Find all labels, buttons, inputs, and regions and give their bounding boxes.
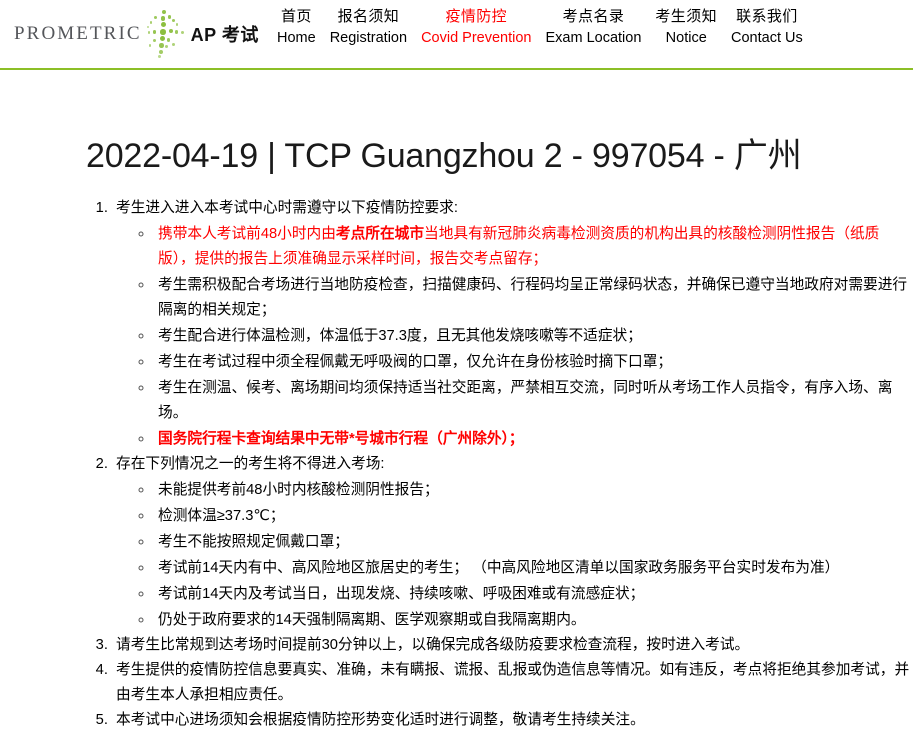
covid-prevention-content: 考生进入进入本考试中心时需遵守以下疫情防控要求: 携带本人考试前48小时内由考点所… [0,196,913,733]
site-header: PROMETRIC AP 考试 首页 Home 报名须知 Registration 疫情… [0,0,913,70]
requirement-subitem: 未能提供考前48小时内核酸检测阴性报告； [154,477,913,503]
requirement-subitem: 考试前14天内及考试当日，出现发烧、持续咳嗽、呼吸困难或有流感症状； [154,581,913,607]
text-run: 考生配合进行体温检测，体温低于37.3度，且无其他发烧咳嗽等不适症状； [158,328,642,344]
requirement-item: 本考试中心进场须知会根据疫情防控形势变化适时进行调整，敬请考生持续关注。 [112,708,913,733]
requirement-item: 考生提供的疫情防控信息要真实、准确，未有瞒报、谎报、乱报或伪造信息等情况。如有违… [112,658,913,708]
nav-label-cn: 报名须知 [337,8,400,25]
nav-label-en: Exam Location [545,30,642,46]
nav-label-cn: 首页 [280,8,312,25]
nav-label-en: Home [277,30,316,46]
page-title: 2022-04-19 | TCP Guangzhou 2 - 997054 - … [86,137,802,175]
requirement-sublist: 未能提供考前48小时内核酸检测阴性报告； 检测体温≥37.3℃； 考生不能按照规定佩… [116,477,913,633]
nav-item-contact-us[interactable]: 联系我们 Contact Us [724,9,810,46]
text-run: 携带本人考试前48小时内由 [158,226,336,242]
requirement-text: 考生提供的疫情防控信息要真实、准确，未有瞒报、谎报、乱报或伪造信息等情况。如有违… [116,662,910,703]
text-run: 考点所在城市 [335,226,425,242]
requirement-text: 存在下列情况之一的考生将不得进入考场: [116,456,385,472]
text-run: 考生在测温、候考、离场期间均须保持适当社交距离，严禁相互交流，同时听从考场工作人… [158,380,893,421]
requirement-subitem: 仍处于政府要求的14天强制隔离期、医学观察期或自我隔离期内。 [154,607,913,633]
requirement-item: 考生进入进入本考试中心时需遵守以下疫情防控要求: 携带本人考试前48小时内由考点所… [112,196,913,452]
requirement-subitem: 考生配合进行体温检测，体温低于37.3度，且无其他发烧咳嗽等不适症状； [154,323,913,349]
requirement-text: 考生进入进入本考试中心时需遵守以下疫情防控要求: [116,200,458,216]
requirement-subitem: 携带本人考试前48小时内由考点所在城市当地具有新冠肺炎病毒检测资质的机构出具的核… [154,221,913,272]
text-run: 国务院行程卡查询结果中无带*号城市行程（广州除外）； [158,431,524,447]
nav-label-en: Registration [329,30,408,46]
requirement-subitem: 考试前14天内有中、高风险地区旅居史的考生； （中高风险地区清单以国家政务服务平… [154,555,913,581]
nav-label-en: Contact Us [731,30,803,46]
requirement-subitem: 考生在测温、候考、离场期间均须保持适当社交距离，严禁相互交流，同时听从考场工作人… [154,375,913,426]
nav-label-cn: 联系我们 [736,8,798,25]
main-nav: 首页 Home 报名须知 Registration 疫情防控 Covid Preventi… [270,9,810,46]
requirement-item: 请考生比常规到达考场时间提前30分钟以上，以确保完成各级防疫要求检查流程，按时进… [112,633,913,658]
requirement-subitem: 考生需积极配合考场进行当地防疫检查，扫描健康码、行程码均呈正常绿码状态，并确保已… [154,272,913,323]
text-run: 考生需积极配合考场进行当地防疫检查，扫描健康码、行程码均呈正常绿码状态，并确保已… [158,277,908,318]
nav-item-registration[interactable]: 报名须知 Registration [323,9,414,46]
prometric-starburst-icon [143,10,185,58]
text-run: 考试前14天内有中、高风险地区旅居史的考生； （中高风险地区清单以国家政务服务平… [158,560,840,576]
text-run: 仍处于政府要求的14天强制隔离期、医学观察期或自我隔离期内。 [158,612,586,628]
text-run: 考生不能按照规定佩戴口罩； [158,534,349,550]
nav-label-en: Covid Prevention [421,30,532,46]
text-run: 考生在考试过程中须全程佩戴无呼吸阀的口罩，仅允许在身份核验时摘下口罩； [158,354,673,370]
nav-item-exam-location[interactable]: 考点名录 Exam Location [538,9,648,46]
requirement-sublist: 携带本人考试前48小时内由考点所在城市当地具有新冠肺炎病毒检测资质的机构出具的核… [116,221,913,452]
nav-item-covid-prevention[interactable]: 疫情防控 Covid Prevention [414,9,538,46]
header-divider [0,68,913,70]
nav-label-cn: 考生须知 [655,8,718,25]
text-run: 考试前14天内及考试当日，出现发烧、持续咳嗽、呼吸困难或有流感症状； [158,586,645,602]
text-run: 检测体温≥37.3℃； [158,508,285,524]
requirement-subitem: 国务院行程卡查询结果中无带*号城市行程（广州除外）； [154,426,913,452]
requirement-text: 本考试中心进场须知会根据疫情防控形势变化适时进行调整，敬请考生持续关注。 [116,712,645,728]
nav-label-en: Notice [665,30,707,46]
brand-subtitle: AP 考试 [190,25,259,45]
nav-item-notice[interactable]: 考生须知 Notice [648,9,724,46]
prometric-wordmark: PROMETRIC [14,23,142,44]
nav-label-cn: 疫情防控 [445,8,508,25]
brand-block: PROMETRIC AP 考试 [14,10,259,58]
requirements-list: 考生进入进入本考试中心时需遵守以下疫情防控要求: 携带本人考试前48小时内由考点所… [0,196,913,733]
nav-label-cn: 考点名录 [562,8,625,25]
requirement-item: 存在下列情况之一的考生将不得进入考场: 未能提供考前48小时内核酸检测阴性报告； 检… [112,452,913,633]
nav-item-home[interactable]: 首页 Home [270,9,323,46]
requirement-subitem: 检测体温≥37.3℃； [154,503,913,529]
requirement-subitem: 考生不能按照规定佩戴口罩； [154,529,913,555]
text-run: 未能提供考前48小时内核酸检测阴性报告； [158,482,439,498]
requirement-subitem: 考生在考试过程中须全程佩戴无呼吸阀的口罩，仅允许在身份核验时摘下口罩； [154,349,913,375]
requirement-text: 请考生比常规到达考场时间提前30分钟以上，以确保完成各级防疫要求检查流程，按时进… [116,637,750,653]
